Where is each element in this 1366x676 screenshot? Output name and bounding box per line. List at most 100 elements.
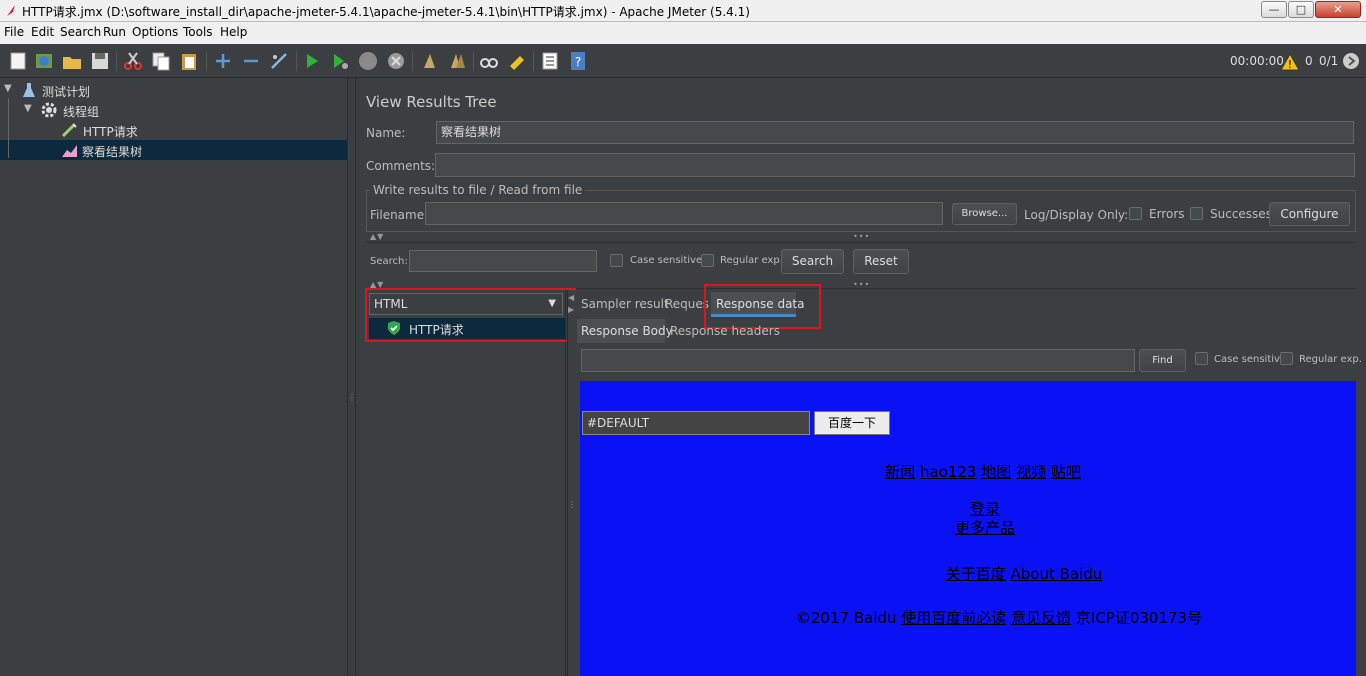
tree-item-label: 线程组 (63, 105, 100, 119)
configure-button[interactable]: Configure (1269, 202, 1350, 226)
expand-arrow-icon[interactable]: ▼ (24, 103, 32, 114)
function-helper-icon[interactable] (539, 50, 561, 72)
tree-item-view-results-tree[interactable]: 察看结果树 (0, 140, 347, 160)
browse-button[interactable]: Browse... (952, 203, 1017, 225)
elapsed-timer: 00:00:00 (1230, 54, 1284, 68)
tree-item-test-plan[interactable]: ▼ 测试计划 (0, 80, 347, 100)
baidu-search-input[interactable]: #DEFAULT (582, 411, 810, 435)
toolbar-separator (473, 51, 474, 71)
toolbar-separator (412, 51, 413, 71)
menu-options[interactable]: Options (132, 25, 178, 39)
find-input[interactable] (581, 349, 1135, 372)
regex-checkbox[interactable] (701, 254, 714, 267)
tree-item-label: 察看结果树 (82, 145, 143, 159)
minimize-button[interactable]: — (1261, 1, 1287, 18)
split-handle-icon[interactable]: ⋮ (568, 500, 577, 509)
nav-link-map[interactable]: 地图 (981, 463, 1011, 481)
split-handle-icon[interactable]: ⋮ (348, 394, 357, 402)
menu-edit[interactable]: Edit (31, 25, 54, 39)
collapse-icon[interactable] (240, 50, 262, 72)
find-case-checkbox[interactable] (1195, 352, 1208, 365)
baidu-search-button[interactable]: 百度一下 (814, 411, 890, 435)
collapse-left-icon[interactable]: ◀ (568, 293, 575, 302)
file-section-title: Write results to file / Read from file (370, 183, 586, 197)
copy-icon[interactable] (150, 50, 172, 72)
tree-item-thread-group[interactable]: ▼ 线程组 (0, 100, 347, 120)
split-pane-divider[interactable] (347, 78, 356, 676)
collapse-right-icon[interactable]: ▶ (568, 305, 575, 314)
response-html-view: #DEFAULT 百度一下 新闻 hao123 地图 视频 贴吧 登录 更多产品… (580, 381, 1356, 676)
toolbar-separator (206, 51, 207, 71)
nav-link-hao123[interactable]: hao123 (920, 463, 977, 481)
expand-icon[interactable] (212, 50, 234, 72)
menu-run[interactable]: Run (103, 25, 126, 39)
subtab-response-headers[interactable]: Response headers (670, 324, 780, 338)
save-icon[interactable] (89, 50, 111, 72)
nav-link-tieba[interactable]: 贴吧 (1051, 463, 1081, 481)
gear-icon (41, 102, 57, 118)
footer-link-feedback[interactable]: 意见反馈 (1011, 609, 1071, 627)
maximize-button[interactable]: □ (1288, 1, 1314, 18)
reset-search-icon[interactable] (506, 50, 528, 72)
case-sensitive-checkbox[interactable] (610, 254, 623, 267)
inner-split-divider[interactable] (567, 290, 576, 676)
separator (366, 242, 1356, 243)
cut-icon[interactable] (122, 50, 144, 72)
comments-label: Comments: (366, 159, 436, 173)
login-link[interactable]: 登录 (970, 500, 1000, 518)
search-input[interactable] (409, 250, 597, 272)
more-products-link[interactable]: 更多产品 (955, 519, 1015, 537)
tab-request[interactable]: Reques (665, 297, 709, 311)
footer-link-terms[interactable]: 使用百度前必读 (901, 609, 1006, 627)
stop-icon[interactable] (357, 50, 379, 72)
menu-tools[interactable]: Tools (183, 25, 213, 39)
toggle-icon[interactable] (268, 50, 290, 72)
find-regex-checkbox[interactable] (1280, 352, 1293, 365)
split-dots-icon[interactable]: ••• (853, 232, 870, 241)
paste-icon[interactable] (178, 50, 200, 72)
search-button[interactable]: Search (781, 249, 844, 274)
nav-link-video[interactable]: 视频 (1016, 463, 1046, 481)
toolbar-separator (296, 51, 297, 71)
about-baidu-en-link[interactable]: About Baidu (1011, 565, 1103, 583)
find-button[interactable]: Find (1139, 349, 1186, 372)
shutdown-icon[interactable] (385, 50, 407, 72)
footer-icp: 京ICP证030173号 (1075, 609, 1203, 627)
tree-item-http-request[interactable]: HTTP请求 (0, 120, 347, 140)
expand-arrow-icon[interactable]: ▼ (4, 83, 12, 94)
results-list-panel (366, 290, 566, 676)
nav-link-news[interactable]: 新闻 (885, 463, 915, 481)
new-icon[interactable] (7, 50, 29, 72)
tree-item-label: HTTP请求 (83, 125, 138, 139)
menu-file[interactable]: File (4, 25, 24, 39)
menu-search[interactable]: Search (60, 25, 101, 39)
tab-sampler-result[interactable]: Sampler result (581, 297, 669, 311)
find-regex-label: Regular exp. (1299, 354, 1362, 365)
close-button[interactable]: ✕ (1315, 1, 1361, 18)
templates-icon[interactable] (33, 50, 55, 72)
clear-all-icon[interactable] (446, 50, 468, 72)
chart-icon (62, 145, 77, 157)
jmeter-feather-icon (7, 5, 15, 16)
about-baidu-cn-link[interactable]: 关于百度 (946, 565, 1006, 583)
open-icon[interactable] (61, 50, 83, 72)
start-icon[interactable] (301, 50, 323, 72)
warning-count: 0 (1305, 54, 1313, 68)
title-bar: HTTP请求.jmx (D:\software_install_dir\apac… (0, 0, 1366, 22)
successes-checkbox[interactable] (1190, 207, 1203, 220)
filename-field[interactable] (425, 202, 943, 225)
help-icon[interactable]: ? (567, 50, 589, 72)
nav-links: 新闻 hao123 地图 视频 贴吧 (580, 461, 1366, 482)
clear-icon[interactable] (418, 50, 440, 72)
search-icon[interactable] (478, 50, 500, 72)
reset-button[interactable]: Reset (853, 249, 909, 274)
start-no-pauses-icon[interactable] (329, 50, 351, 72)
warning-icon[interactable]: ! (1280, 52, 1300, 72)
subtab-response-body[interactable]: Response Body (581, 324, 673, 338)
menu-help[interactable]: Help (220, 25, 247, 39)
collapse-arrows-icon[interactable]: ▲▼ (370, 232, 384, 241)
errors-checkbox[interactable] (1129, 207, 1142, 220)
successes-label: Successes (1210, 207, 1272, 221)
name-field[interactable]: 察看结果树 (436, 121, 1354, 144)
comments-field[interactable] (435, 153, 1355, 177)
